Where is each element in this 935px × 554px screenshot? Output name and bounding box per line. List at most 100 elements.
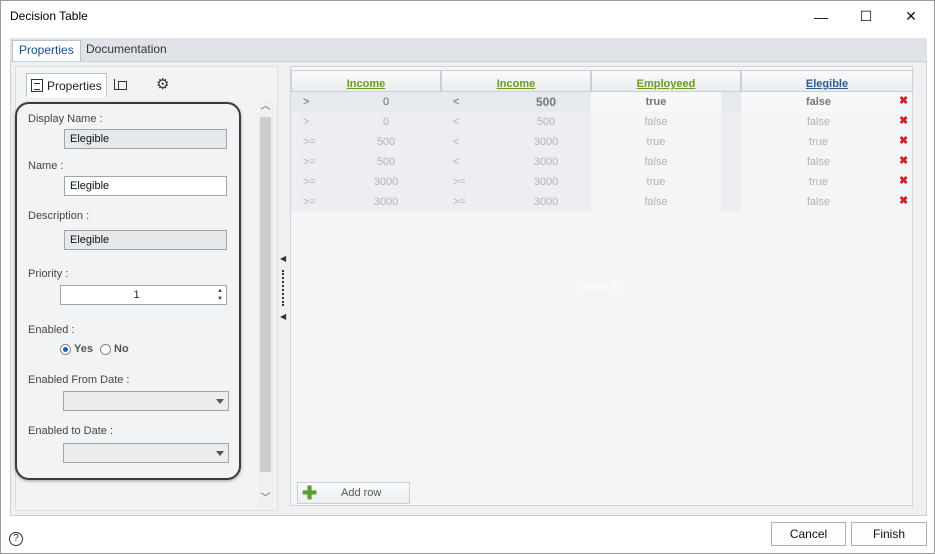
cancel-button[interactable]: Cancel	[771, 522, 846, 546]
condition-operator-1[interactable]: >=	[291, 192, 351, 212]
elegible-value[interactable]: true	[741, 172, 896, 192]
add-row-button[interactable]: ✚ Add row	[297, 482, 410, 504]
close-button[interactable]: ✕	[888, 1, 934, 32]
panel-watermark: panel1.r1	[580, 282, 622, 293]
employeed-value[interactable]: false	[591, 152, 721, 172]
main-tabs: Properties Documentation	[10, 38, 927, 61]
spin-arrows-icon[interactable]: ▲ ▼	[215, 287, 225, 303]
employeed-value[interactable]: true	[591, 132, 721, 152]
radio-checked-icon[interactable]	[60, 343, 71, 355]
enabled-yes-option[interactable]: Yes	[60, 343, 93, 355]
enabled-from-label: Enabled From Date :	[28, 374, 130, 386]
panel-splitter[interactable]: ◀ ◀	[280, 62, 288, 517]
condition-operator-2[interactable]: <	[441, 132, 501, 152]
delete-row-icon[interactable]: ✖	[899, 195, 908, 207]
priority-label: Priority :	[28, 268, 69, 280]
condition-operator-1[interactable]: >	[291, 112, 351, 132]
subtab-properties[interactable]: Properties	[26, 73, 107, 97]
elegible-value[interactable]: false	[741, 152, 896, 172]
condition-value-2[interactable]: 500	[501, 112, 591, 132]
condition-value-1[interactable]: 3000	[351, 192, 421, 212]
decision-grid-panel: Income Income Employeed Elegible >0 <500 t…	[290, 66, 913, 506]
condition-operator-2[interactable]: <	[441, 152, 501, 172]
employeed-value[interactable]: false	[591, 192, 721, 212]
scroll-thumb[interactable]	[260, 117, 271, 472]
enabled-label: Enabled :	[28, 324, 75, 336]
enabled-no-label: No	[114, 343, 129, 355]
tab-content: Properties ⚙ Display Name : Elegible Nam…	[10, 61, 927, 516]
condition-value-1[interactable]: 500	[351, 152, 421, 172]
finish-button[interactable]: Finish	[851, 522, 927, 546]
column-header-income-1[interactable]: Income	[291, 70, 441, 92]
condition-operator-1[interactable]: >=	[291, 132, 351, 152]
condition-value-2[interactable]: 500	[501, 92, 591, 112]
description-field[interactable]: Elegible	[64, 230, 227, 250]
name-label: Name :	[28, 160, 64, 172]
subtab-hierarchy[interactable]	[112, 78, 127, 92]
collapse-left-icon[interactable]: ◀	[280, 254, 286, 263]
splitter-grip[interactable]	[282, 270, 284, 306]
condition-operator-2[interactable]: >=	[441, 172, 501, 192]
elegible-value[interactable]: false	[741, 192, 896, 212]
hierarchy-icon	[112, 78, 127, 92]
tab-properties[interactable]: Properties	[12, 40, 81, 61]
subtab-settings[interactable]: ⚙	[156, 77, 169, 93]
delete-row-icon[interactable]: ✖	[899, 95, 908, 107]
help-icon[interactable]: ?	[9, 532, 23, 546]
minimize-button[interactable]: —	[798, 1, 844, 32]
employeed-value[interactable]: true	[591, 172, 721, 192]
column-header-income-2[interactable]: Income	[441, 70, 591, 92]
elegible-value[interactable]: false	[741, 112, 896, 132]
decision-table-window: Decision Table — ☐ ✕ Properties Document…	[0, 0, 935, 554]
condition-value-1[interactable]: 500	[351, 132, 421, 152]
maximize-button[interactable]: ☐	[843, 1, 889, 32]
column-header-elegible[interactable]: Elegible	[741, 70, 913, 92]
condition-value-2[interactable]: 3000	[501, 132, 591, 152]
enabled-to-date-picker[interactable]	[63, 443, 229, 463]
priority-stepper[interactable]: 1 ▲ ▼	[60, 285, 227, 305]
delete-row-icon[interactable]: ✖	[899, 115, 908, 127]
condition-value-2[interactable]: 3000	[501, 192, 591, 212]
condition-value-1[interactable]: 0	[351, 92, 421, 112]
condition-value-2[interactable]: 3000	[501, 172, 591, 192]
tab-documentation[interactable]: Documentation	[80, 40, 173, 61]
priority-value: 1	[133, 289, 140, 301]
table-row[interactable]: >0 <500 false false ✖	[291, 112, 912, 132]
gear-icon: ⚙	[156, 76, 170, 93]
condition-operator-2[interactable]: <	[441, 92, 501, 112]
condition-value-1[interactable]: 0	[351, 112, 421, 132]
column-header-employeed[interactable]: Employeed	[591, 70, 741, 92]
delete-row-icon[interactable]: ✖	[899, 135, 908, 147]
condition-value-1[interactable]: 3000	[351, 172, 421, 192]
add-row-label: Add row	[341, 487, 382, 499]
elegible-value[interactable]: false	[741, 92, 896, 112]
name-field[interactable]: Elegible	[64, 176, 227, 196]
elegible-value[interactable]: true	[741, 132, 896, 152]
table-row[interactable]: >= 3000 >= 3000 false false ✖	[291, 192, 912, 212]
table-row[interactable]: >= 500 <3000 false false ✖	[291, 152, 912, 172]
display-name-field[interactable]: Elegible	[64, 129, 227, 149]
delete-row-icon[interactable]: ✖	[899, 175, 908, 187]
condition-operator-2[interactable]: >=	[441, 192, 501, 212]
radio-unchecked-icon[interactable]	[100, 343, 111, 355]
employeed-value[interactable]: true	[591, 92, 721, 112]
condition-operator-1[interactable]: >=	[291, 152, 351, 172]
table-row[interactable]: >= 500 <3000 true true ✖	[291, 132, 912, 152]
table-row[interactable]: >= 3000 >= 3000 true true ✖	[291, 172, 912, 192]
scroll-up-icon[interactable]: ︿	[258, 99, 273, 115]
table-row[interactable]: >0 <500 true false ✖	[291, 92, 912, 112]
employeed-value[interactable]: false	[591, 112, 721, 132]
condition-operator-2[interactable]: <	[441, 112, 501, 132]
condition-operator-1[interactable]: >=	[291, 172, 351, 192]
document-icon	[31, 79, 43, 92]
properties-scrollbar[interactable]: ︿ ﹀	[258, 99, 273, 507]
dropdown-arrow-icon	[216, 451, 224, 456]
properties-panel: Properties ⚙ Display Name : Elegible Nam…	[15, 66, 278, 511]
enabled-no-option[interactable]: No	[100, 343, 129, 355]
condition-operator-1[interactable]: >	[291, 92, 351, 112]
enabled-from-date-picker[interactable]	[63, 391, 229, 411]
delete-row-icon[interactable]: ✖	[899, 155, 908, 167]
condition-value-2[interactable]: 3000	[501, 152, 591, 172]
collapse-left-icon[interactable]: ◀	[280, 312, 286, 321]
scroll-down-icon[interactable]: ﹀	[258, 491, 273, 507]
